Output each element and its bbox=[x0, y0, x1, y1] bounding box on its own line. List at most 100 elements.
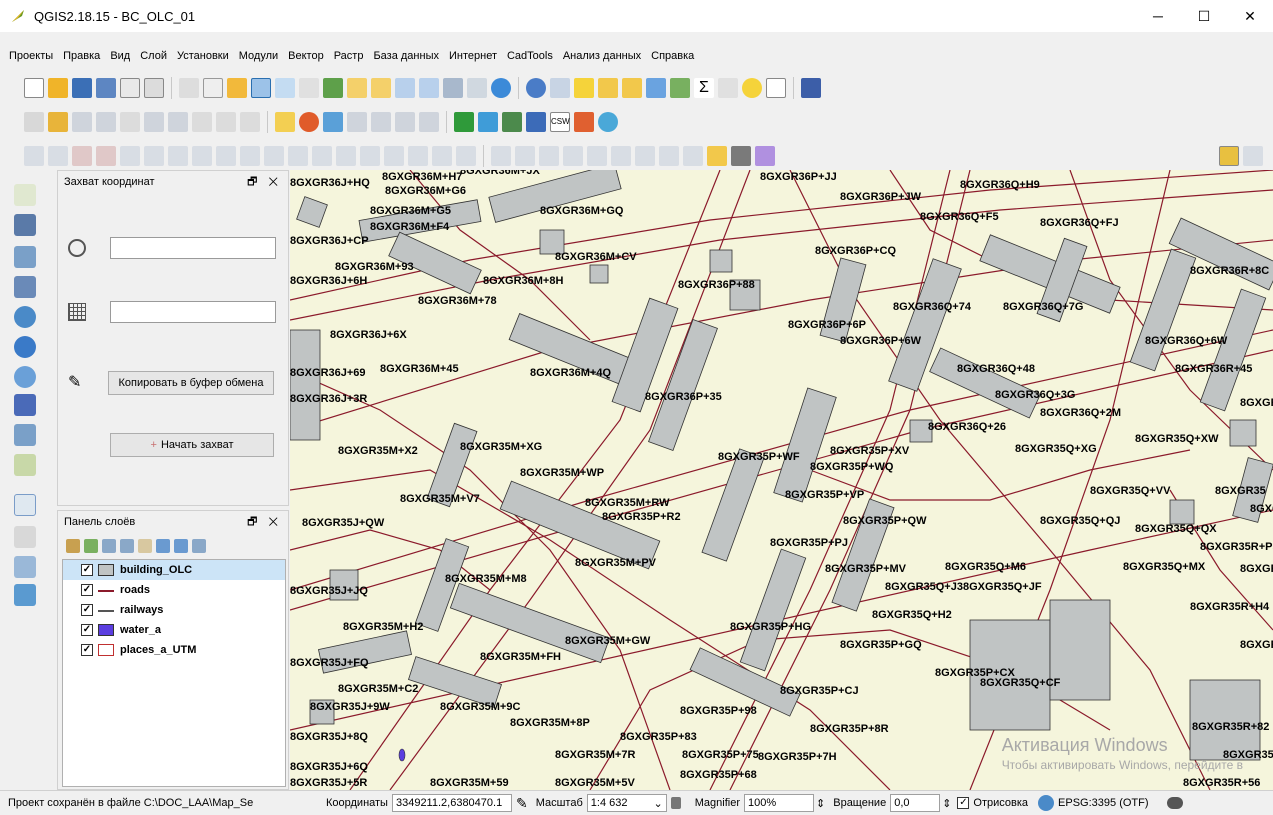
node-tool-icon[interactable] bbox=[144, 112, 164, 132]
shape-digitize-icon[interactable] bbox=[24, 146, 44, 166]
messages-icon[interactable] bbox=[1166, 797, 1183, 809]
minimize-button[interactable]: ─ bbox=[1135, 0, 1181, 32]
merge-features-icon[interactable] bbox=[360, 146, 380, 166]
snap-layer-icon[interactable] bbox=[611, 146, 631, 166]
rotation-spinbox[interactable]: 0,0 bbox=[890, 794, 941, 812]
map-tips-icon[interactable] bbox=[742, 78, 762, 98]
scale-combobox[interactable]: 1:4 632 ⌄ bbox=[586, 794, 667, 812]
render-checkbox[interactable]: ✓ bbox=[957, 797, 970, 809]
menu-help[interactable]: Справка bbox=[646, 50, 699, 62]
rotate-symbols-icon[interactable] bbox=[408, 146, 428, 166]
zoom-last-icon[interactable] bbox=[395, 78, 415, 98]
rotate-feature-icon[interactable] bbox=[48, 146, 68, 166]
layer-checkbox[interactable]: ✓ bbox=[81, 564, 93, 576]
expression-icon[interactable] bbox=[755, 146, 775, 166]
overflow-menu-icon[interactable] bbox=[1243, 146, 1263, 166]
avoid-intersect-icon[interactable] bbox=[587, 146, 607, 166]
lock-icon[interactable] bbox=[670, 797, 681, 809]
identify-icon[interactable] bbox=[526, 78, 546, 98]
highlight-icon[interactable] bbox=[707, 146, 727, 166]
intersect-icon[interactable] bbox=[563, 146, 583, 166]
add-spatialite-icon[interactable] bbox=[14, 276, 36, 298]
help-icon[interactable] bbox=[801, 78, 821, 98]
curve-icon[interactable] bbox=[456, 146, 476, 166]
zoom-full-icon[interactable] bbox=[323, 78, 343, 98]
redo-icon[interactable] bbox=[96, 146, 116, 166]
magnifier-spinbox[interactable]: 100% bbox=[744, 794, 815, 812]
save-as-icon[interactable] bbox=[96, 78, 116, 98]
menu-vector[interactable]: Вектор bbox=[283, 50, 329, 62]
user-crs-coordinate-field[interactable] bbox=[110, 301, 276, 323]
touch-zoom-icon[interactable] bbox=[179, 78, 199, 98]
style-layer-icon[interactable] bbox=[66, 539, 80, 553]
globe-icon[interactable] bbox=[598, 112, 618, 132]
delete-part-icon[interactable] bbox=[240, 146, 260, 166]
current-edits-icon[interactable] bbox=[24, 112, 44, 132]
copy-to-clipboard-button[interactable]: Копировать в буфер обмена bbox=[108, 371, 274, 395]
layer-item-roads[interactable]: ✓ roads bbox=[63, 580, 285, 600]
add-spatialite-layer-icon[interactable] bbox=[526, 112, 546, 132]
layer-item-building[interactable]: ✓ building_OLC bbox=[63, 560, 285, 580]
add-delimited-text-icon[interactable] bbox=[14, 394, 36, 416]
measure-icon[interactable] bbox=[718, 78, 738, 98]
pan-hand-icon[interactable] bbox=[203, 78, 223, 98]
zoom-to-layer-icon[interactable] bbox=[371, 78, 391, 98]
coordinate-capture-icon[interactable] bbox=[14, 494, 36, 516]
layer-item-railways[interactable]: ✓ railways bbox=[63, 600, 285, 620]
move-label-icon[interactable] bbox=[371, 112, 391, 132]
coordinates-field[interactable]: 3349211.2,6380470.1 bbox=[391, 794, 512, 812]
start-capture-button[interactable]: + Начать захват bbox=[110, 433, 274, 457]
snapping-icon[interactable] bbox=[491, 146, 511, 166]
toggle-editing-icon[interactable] bbox=[48, 112, 68, 132]
crosshair-icon[interactable] bbox=[68, 239, 86, 257]
deselect-icon[interactable] bbox=[622, 78, 642, 98]
actions-icon[interactable] bbox=[550, 78, 570, 98]
layer-checkbox[interactable]: ✓ bbox=[81, 604, 93, 616]
crs-status[interactable]: EPSG:3395 (OTF) bbox=[1058, 797, 1148, 809]
snap-vertex-icon[interactable] bbox=[635, 146, 655, 166]
trace-icon[interactable] bbox=[515, 146, 535, 166]
layer-item-water[interactable]: ✓ water_a bbox=[63, 620, 285, 640]
snap-segment-icon[interactable] bbox=[659, 146, 679, 166]
menu-database[interactable]: База данных bbox=[368, 50, 444, 62]
maximize-button[interactable]: ☐ bbox=[1181, 0, 1227, 32]
zoom-to-selection-icon[interactable] bbox=[347, 78, 367, 98]
new-shapefile-icon[interactable] bbox=[14, 454, 36, 476]
add-group-icon[interactable] bbox=[84, 539, 98, 553]
add-feature-icon[interactable] bbox=[96, 112, 116, 132]
text-annotation-icon[interactable] bbox=[766, 78, 786, 98]
show-bookmarks-icon[interactable] bbox=[467, 78, 487, 98]
capture-panel-controls[interactable]: 🗗 ✕ bbox=[247, 173, 282, 192]
select-by-expression-icon[interactable] bbox=[598, 78, 618, 98]
split-parts-icon[interactable] bbox=[336, 146, 356, 166]
layer-checkbox[interactable]: ✓ bbox=[81, 584, 93, 596]
copy-features-icon[interactable] bbox=[216, 112, 236, 132]
grid-crs-icon[interactable] bbox=[68, 303, 86, 321]
fill-ring-icon[interactable] bbox=[192, 146, 212, 166]
new-print-composer-icon[interactable] bbox=[120, 78, 140, 98]
zoom-out-icon[interactable] bbox=[275, 78, 295, 98]
new-bookmark-icon[interactable] bbox=[443, 78, 463, 98]
menu-view[interactable]: Вид bbox=[105, 50, 135, 62]
processing-icon[interactable] bbox=[1219, 146, 1239, 166]
add-vector-icon[interactable] bbox=[14, 184, 36, 206]
filter-legend-icon[interactable] bbox=[120, 539, 134, 553]
menu-cadtools[interactable]: CadTools bbox=[502, 50, 558, 62]
merge-attributes-icon[interactable] bbox=[384, 146, 404, 166]
add-ring-icon[interactable] bbox=[144, 146, 164, 166]
collapse-all-icon[interactable] bbox=[174, 539, 188, 553]
menu-web[interactable]: Интернет bbox=[444, 50, 502, 62]
add-wcs-icon[interactable] bbox=[14, 336, 36, 358]
zoom-next-icon[interactable] bbox=[419, 78, 439, 98]
composer-manager-icon[interactable] bbox=[144, 78, 164, 98]
add-postgis-layer-icon[interactable] bbox=[502, 112, 522, 132]
menu-settings[interactable]: Установки bbox=[172, 50, 234, 62]
simplify-icon[interactable] bbox=[120, 146, 140, 166]
statistics-icon[interactable] bbox=[670, 78, 690, 98]
change-label-icon[interactable] bbox=[419, 112, 439, 132]
zoom-in-icon[interactable] bbox=[251, 78, 271, 98]
paste-features-icon[interactable] bbox=[240, 112, 260, 132]
layer-item-places[interactable]: ✓ places_a_UTM bbox=[63, 640, 285, 660]
heatmap-icon[interactable] bbox=[731, 146, 751, 166]
delete-ring-icon[interactable] bbox=[216, 146, 236, 166]
